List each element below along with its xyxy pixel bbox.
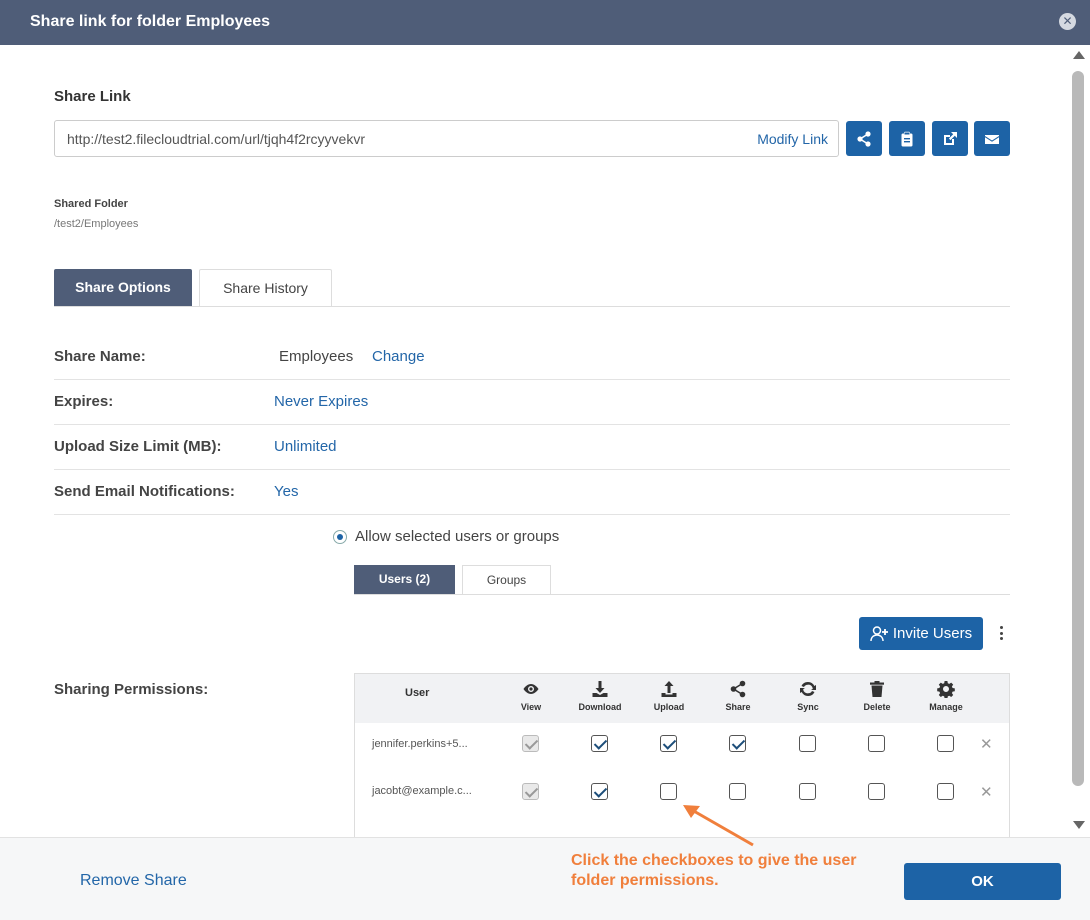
upload-column-label: Upload — [653, 702, 685, 712]
envelope-icon — [985, 134, 999, 144]
eye-icon — [523, 684, 539, 694]
gear-icon — [937, 681, 955, 698]
view-checkbox — [522, 783, 539, 800]
view-column-header: View — [496, 680, 566, 712]
scrollbar[interactable] — [1068, 45, 1090, 837]
share-name-label: Share Name: — [54, 348, 146, 365]
upload-column-header: Upload — [634, 680, 704, 712]
manage-column-header: Manage — [911, 680, 981, 712]
expires-label: Expires: — [54, 393, 114, 410]
allow-selected-label: Allow selected users or groups — [355, 528, 560, 545]
manage-checkbox[interactable] — [937, 783, 954, 800]
user-column-header: User — [405, 687, 430, 699]
dialog-title-bar: Share link for folder Employees ✕ — [0, 0, 1090, 45]
scroll-up-arrow-icon[interactable] — [1073, 51, 1085, 59]
share-column-label: Share — [725, 702, 751, 712]
share-checkbox[interactable] — [729, 783, 746, 800]
sync-icon — [800, 681, 816, 697]
row-divider — [54, 379, 1010, 380]
upload-limit-link[interactable]: Unlimited — [274, 438, 337, 455]
download-checkbox[interactable] — [591, 783, 608, 800]
sync-column-label: Sync — [797, 702, 819, 712]
share-column-header: Share — [703, 680, 773, 712]
email-notifications-link[interactable]: Yes — [274, 483, 298, 500]
row-divider — [54, 514, 1010, 515]
share-icon — [857, 130, 871, 147]
row-divider — [54, 469, 1010, 470]
share-checkbox[interactable] — [729, 735, 746, 752]
sharing-permissions-label: Sharing Permissions: — [54, 681, 209, 698]
delete-column-header: Delete — [842, 680, 912, 712]
subtab-divider — [354, 594, 1010, 595]
delete-checkbox[interactable] — [868, 783, 885, 800]
dialog-footer: Remove Share OK — [0, 837, 1090, 920]
dialog-title: Share link for folder Employees — [30, 13, 271, 30]
manage-column-label: Manage — [929, 702, 963, 712]
tab-users[interactable]: Users (2) — [354, 565, 455, 594]
upload-icon — [661, 681, 677, 697]
upload-checkbox[interactable] — [660, 735, 677, 752]
tab-share-history[interactable]: Share History — [199, 269, 332, 306]
remove-user-icon[interactable]: ✕ — [980, 735, 993, 753]
user-name: jennifer.perkins+5... — [372, 738, 468, 750]
allow-selected-radio[interactable] — [333, 530, 347, 544]
scroll-down-arrow-icon[interactable] — [1073, 821, 1085, 829]
share-name-value: Employees — [279, 348, 354, 365]
view-checkbox — [522, 735, 539, 752]
tab-share-options[interactable]: Share Options — [54, 269, 192, 306]
remove-user-icon[interactable]: ✕ — [980, 783, 993, 801]
modify-link-button[interactable]: Modify Link — [757, 131, 828, 147]
invite-users-label: Invite Users — [892, 625, 973, 642]
download-icon — [592, 681, 608, 697]
share-link-heading: Share Link — [54, 88, 131, 105]
manage-checkbox[interactable] — [937, 735, 954, 752]
tab-groups[interactable]: Groups — [462, 565, 551, 594]
annotation-arrow-icon — [683, 805, 754, 847]
email-link-button[interactable] — [974, 121, 1010, 156]
add-user-icon — [870, 625, 888, 641]
more-options-icon[interactable] — [995, 624, 1007, 642]
sync-checkbox[interactable] — [799, 735, 816, 752]
sync-column-header: Sync — [773, 680, 843, 712]
open-link-button[interactable] — [932, 121, 968, 156]
copy-link-button[interactable] — [889, 121, 925, 156]
share-link-button[interactable] — [846, 121, 882, 156]
share-icon — [730, 680, 746, 698]
clipboard-icon — [901, 131, 913, 146]
download-column-header: Download — [565, 680, 635, 712]
shared-folder-path: /test2/Employees — [54, 218, 139, 230]
delete-column-label: Delete — [863, 702, 891, 712]
permissions-table-header: User View Download Upload Share Sync Del… — [355, 674, 1009, 723]
ok-button[interactable]: OK — [904, 863, 1061, 900]
scrollbar-thumb[interactable] — [1072, 71, 1084, 786]
row-divider — [54, 424, 1010, 425]
change-share-name-link[interactable]: Change — [372, 348, 425, 365]
tab-divider — [54, 306, 1010, 307]
email-notifications-label: Send Email Notifications: — [54, 483, 235, 500]
expires-link[interactable]: Never Expires — [274, 393, 368, 410]
upload-checkbox[interactable] — [660, 783, 677, 800]
sync-checkbox[interactable] — [799, 783, 816, 800]
annotation-text: Click the checkboxes to give the user fo… — [571, 852, 857, 889]
close-icon[interactable]: ✕ — [1059, 13, 1076, 30]
delete-checkbox[interactable] — [868, 735, 885, 752]
download-checkbox[interactable] — [591, 735, 608, 752]
user-name: jacobt@example.c... — [372, 785, 472, 797]
shared-folder-label: Shared Folder — [54, 198, 128, 210]
trash-icon — [870, 681, 884, 697]
share-link-field[interactable]: http://test2.filecloudtrial.com/url/tjqh… — [54, 120, 839, 157]
upload-limit-label: Upload Size Limit (MB): — [54, 438, 222, 455]
external-link-icon — [944, 131, 957, 145]
view-column-label: View — [520, 702, 542, 712]
remove-share-link[interactable]: Remove Share — [80, 872, 187, 890]
download-column-label: Download — [578, 702, 622, 712]
share-link-url[interactable]: http://test2.filecloudtrial.com/url/tjqh… — [67, 131, 365, 147]
invite-users-button[interactable]: Invite Users — [859, 617, 983, 650]
